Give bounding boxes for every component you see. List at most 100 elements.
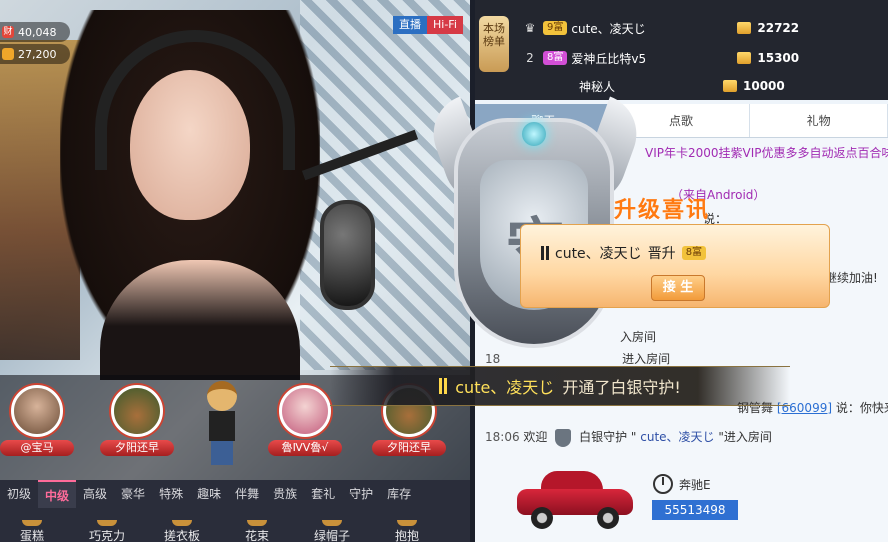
guard-name: @宝马 [0,440,74,456]
tab-gift-set[interactable]: 套礼 [304,480,342,508]
user-rank-icon [541,246,549,260]
gift-item[interactable]: 抱抱 [377,520,437,542]
rank-board: 本场榜单 ♛ 9富 cute、凌天じ 22722 2 8富 爱神丘比特v5 15… [475,0,888,100]
banner-text: 开通了白银守护! [562,378,681,397]
user-rank-icon [439,378,448,394]
gift-category-tabs: 初级 中级 高级 豪华 特殊 趣味 伴舞 贵族 套礼 守护 库存 [0,480,470,508]
gift-item[interactable]: 搓衣板 [152,520,212,542]
car-user-id[interactable]: 55513498 [652,500,738,520]
guard-activation-banner: cute、凌天じ 开通了白银守护! [330,366,790,406]
chat-time: 18:06 [485,430,520,444]
car-wheel [597,507,619,529]
gift-item[interactable]: 绿帽子 [302,520,362,542]
car-image [517,465,633,529]
figure-torso [209,411,235,441]
chat-line: 18:06 欢迎 白银守护 " cute、凌天じ "进入房间 [485,428,772,447]
gift-label: 搓衣板 [163,529,200,542]
upgrade-message: cute、凌天じ 晋升 8富 [541,243,707,263]
guard-name: 魯ⅣⅤ魯√ [268,440,342,456]
figure-legs [211,441,233,465]
guard-avatar [279,385,331,437]
chat-text: "进入房间 [718,430,772,444]
stat-value: 27,200 [18,47,57,61]
chat-text: 说：你快来 [835,401,888,415]
car-brand: 奔驰E [653,474,711,494]
tab-gift-special[interactable]: 特殊 [152,480,190,508]
chat-user-name[interactable]: cute、凌天じ [640,430,714,444]
rank-value: 15300 [757,51,800,65]
stats-list: 财 40,048 27,200 [0,22,70,66]
fans-icon [2,48,14,60]
figure-head [207,381,237,411]
gift-label: 蛋糕 [19,529,44,542]
rank-user-name: cute、凌天じ [571,21,646,36]
rank-list-button[interactable]: 本场榜单 [479,16,509,72]
car-brand-name: 奔驰E [679,477,711,492]
live-badge: 直播 [393,16,427,34]
chat-text: 欢迎 [523,430,548,444]
guard-item[interactable]: @宝马 [0,385,74,456]
wealth-icon: 财 [2,26,14,38]
tab-gifts[interactable]: 礼物 [750,104,888,137]
tab-gift-advanced[interactable]: 高级 [76,480,114,508]
coin-icon [737,22,752,34]
rank-row[interactable]: 2 8富 爱神丘比特v5 15300 [521,46,888,70]
tab-gift-mid[interactable]: 中级 [38,480,77,508]
tab-gift-guard[interactable]: 守护 [342,480,380,508]
gift-label: 花束 [244,529,269,542]
washboard-icon [172,520,192,526]
mercedes-logo-icon [653,474,673,494]
accept-button[interactable]: 接 生 [651,275,705,301]
bouquet-icon [247,520,267,526]
coin-icon [737,52,752,64]
gift-item[interactable]: 花束 [227,520,287,542]
chat-text: 继续加油! [825,271,878,285]
crest-gem [522,122,546,146]
rank-row[interactable]: ♛ 9富 cute、凌天じ 22722 [521,16,888,40]
gift-item[interactable]: 蛋糕 [2,520,62,542]
hug-icon [397,520,417,526]
banner-user: cute、凌天じ [455,378,555,397]
upgrade-action: 晋升 [647,246,676,262]
gift-label: 抱抱 [394,529,419,542]
gift-row: 蛋糕 巧克力 搓衣板 花束 绿帽子 抱抱 [0,508,470,542]
cake-icon [22,520,42,526]
video-stream: 财 40,048 27,200 直播 Hi-Fi @宝马 夕阳还早 魯ⅣⅤ魯√ [0,0,470,542]
tab-gift-fun[interactable]: 趣味 [190,480,228,508]
coin-icon [723,80,737,92]
tab-gift-dance[interactable]: 伴舞 [228,480,266,508]
rank-value: 10000 [743,79,785,93]
upgrade-notice: cute、凌天じ 晋升 8富 接 生 [520,224,830,308]
gift-label: 绿帽子 [313,529,350,542]
tab-gift-luxury[interactable]: 豪华 [114,480,152,508]
guard-name: 夕阳还早 [100,440,174,456]
rank-user-name: 爱神丘比特v5 [571,51,647,66]
trophy-icon: ♛ [524,21,536,35]
stat-fans: 27,200 [0,44,70,64]
stream-badges: 直播 Hi-Fi [393,16,463,34]
rank-button-label: 本场榜单 [483,22,505,48]
upgrade-title: 升级喜讯 [614,198,711,223]
tab-gift-noble[interactable]: 贵族 [266,480,304,508]
tab-gift-basic[interactable]: 初级 [0,480,38,508]
level-badge: 9富 [543,21,568,35]
guard-item[interactable]: 夕阳还早 [100,385,174,456]
hifi-badge: Hi-Fi [427,16,463,34]
gift-item[interactable]: 巧克力 [77,520,137,542]
level-badge: 8富 [681,246,707,260]
guard-figure[interactable] [205,381,239,469]
guard-avatar [111,385,163,437]
silver-guard-icon [555,428,572,447]
green-hat-icon [322,520,342,526]
chat-text: VIP年卡2000挂紫VIP优惠多多自动返点百合味道 [645,146,888,160]
tab-gift-inventory[interactable]: 库存 [380,480,418,508]
car-wheel [531,507,553,529]
stat-value: 40,048 [18,25,57,39]
gift-label: 巧克力 [88,529,125,542]
guard-name: 夕阳还早 [372,440,446,456]
rank-value: 22722 [757,21,800,35]
chocolate-icon [97,520,117,526]
chat-line: 继续加油! [825,269,878,286]
rank-number: 2 [526,51,534,65]
guard-avatar [11,385,63,437]
